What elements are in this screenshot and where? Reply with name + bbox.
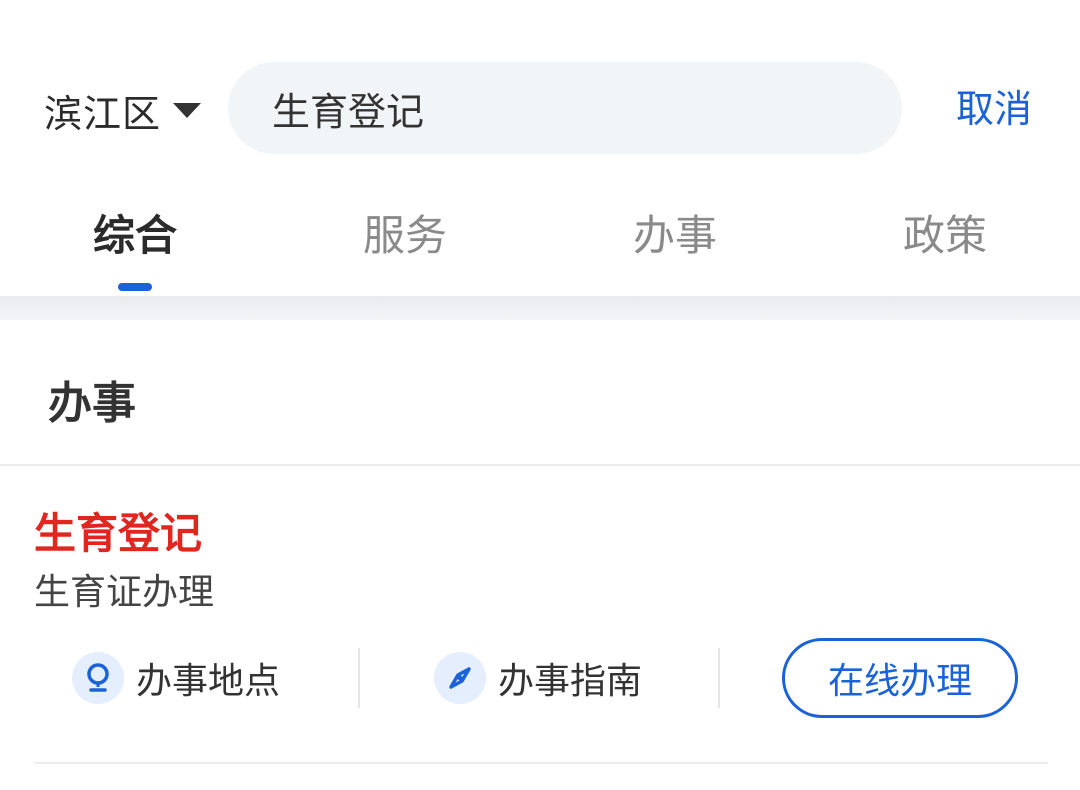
location-label: 办事地点 (136, 661, 281, 702)
search-input[interactable] (272, 86, 832, 130)
tab-comprehensive[interactable]: 综合 (0, 200, 270, 272)
tab-affairs[interactable]: 办事 (540, 200, 810, 272)
top-bar: 滨江区 取消 (0, 0, 1080, 180)
guide-label: 办事指南 (498, 661, 643, 702)
tab-bar: 综合 服务 办事 政策 (0, 200, 1080, 298)
section-title: 办事 (48, 378, 136, 429)
caret-down-icon (173, 102, 202, 118)
region-label: 滨江区 (44, 91, 162, 136)
active-tab-indicator (118, 283, 152, 291)
tab-policy[interactable]: 政策 (810, 200, 1080, 272)
guide-button[interactable]: 办事指南 (434, 650, 642, 706)
divider (34, 762, 1048, 764)
location-button[interactable]: 办事地点 (72, 650, 280, 706)
section-divider (0, 296, 1080, 320)
result-title[interactable]: 生育登记 (34, 506, 202, 562)
compass-icon (434, 652, 486, 704)
divider (358, 648, 360, 708)
divider (718, 648, 720, 708)
online-handle-button[interactable]: 在线办理 (782, 638, 1018, 718)
cancel-button[interactable]: 取消 (956, 84, 1032, 134)
region-selector[interactable]: 滨江区 (44, 86, 202, 136)
search-bar[interactable] (228, 62, 902, 154)
divider (0, 464, 1080, 466)
result-subtitle: 生育证办理 (34, 572, 215, 613)
tab-services[interactable]: 服务 (270, 200, 540, 272)
location-pin-icon (72, 652, 124, 704)
